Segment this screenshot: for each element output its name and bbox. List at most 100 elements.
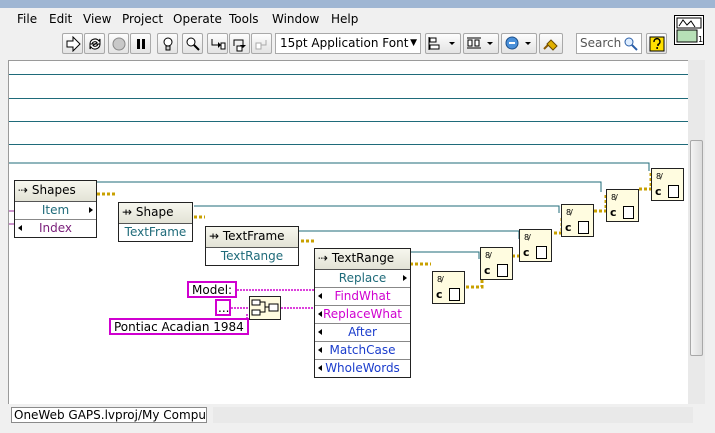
shapes-prop-item[interactable]: Item bbox=[15, 202, 96, 220]
menu-view[interactable]: View bbox=[83, 12, 111, 26]
retain-wire-values-button[interactable] bbox=[182, 33, 203, 54]
menu-help[interactable]: Help bbox=[331, 12, 358, 26]
distribute-objects-button[interactable] bbox=[463, 33, 499, 54]
close-c-label: c bbox=[484, 264, 491, 277]
input-arrow-icon bbox=[318, 365, 322, 371]
shapes-property-node[interactable]: ⇢ Shapes Item Index bbox=[14, 180, 97, 238]
window-title-strip bbox=[0, 0, 715, 8]
concatenate-strings-function[interactable] bbox=[249, 296, 281, 320]
close-fs-label: 8/ bbox=[524, 233, 531, 242]
clean-up-diagram-button[interactable] bbox=[539, 33, 563, 54]
broom-icon bbox=[543, 39, 558, 51]
block-diagram[interactable]: ⇢ Shapes Item Index ⇸ Shape TextFrame ⇸ … bbox=[8, 60, 689, 405]
menu-bar: File Edit View Project Operate Tools Win… bbox=[0, 8, 715, 30]
align-objects-button[interactable] bbox=[425, 33, 461, 54]
close-c-label: c bbox=[523, 246, 530, 259]
probe-icon bbox=[186, 37, 200, 51]
vertical-scrollbar-thumb[interactable] bbox=[690, 140, 703, 356]
pause-icon bbox=[137, 39, 145, 49]
menu-project[interactable]: Project bbox=[122, 12, 163, 26]
toolbar: 15pt Application Font ▼ Search bbox=[0, 30, 715, 60]
textrange-method-replace[interactable]: Replace bbox=[315, 270, 410, 288]
string-constant-model[interactable]: Model: bbox=[187, 281, 238, 298]
document-icon bbox=[497, 264, 508, 277]
help-icon bbox=[649, 36, 665, 52]
reorder-icon bbox=[505, 36, 531, 50]
highlight-execution-button[interactable] bbox=[157, 33, 178, 54]
shapes-prop-index[interactable]: Index bbox=[15, 220, 96, 237]
menu-edit[interactable]: Edit bbox=[49, 12, 72, 26]
step-out-icon bbox=[255, 40, 267, 50]
textrange-param-wholewords[interactable]: WholeWords bbox=[315, 360, 410, 377]
textrange-invoke-node[interactable]: ⇢ TextRange Replace FindWhat ReplaceWhat… bbox=[314, 248, 411, 378]
status-bar: OneWeb GAPS.lvproj/My Computer bbox=[8, 404, 705, 424]
close-c-label: c bbox=[655, 185, 662, 198]
close-reference-function[interactable]: 8/ c bbox=[561, 204, 594, 237]
vi-icon[interactable]: 1 bbox=[674, 15, 704, 45]
close-reference-function[interactable]: 8/ c bbox=[432, 271, 465, 304]
shape-property-node[interactable]: ⇸ Shape TextFrame bbox=[118, 202, 193, 242]
close-fs-label: 8/ bbox=[566, 208, 573, 217]
search-input[interactable]: Search bbox=[576, 33, 642, 54]
project-context[interactable]: OneWeb GAPS.lvproj/My Computer bbox=[11, 407, 207, 423]
close-c-label: c bbox=[565, 221, 572, 234]
string-constant-value[interactable]: Pontiac Acadian 1984 bbox=[109, 318, 249, 335]
document-icon bbox=[449, 288, 460, 301]
lightbulb-icon bbox=[163, 37, 173, 51]
shape-node-header: ⇸ Shape bbox=[119, 203, 192, 224]
step-over-button[interactable] bbox=[229, 33, 250, 54]
distribute-objects-icon bbox=[467, 37, 493, 49]
property-node-icon: ⇸ bbox=[209, 229, 220, 243]
textrange-param-replacewhat[interactable]: ReplaceWhat bbox=[315, 306, 410, 324]
close-fs-label: 8/ bbox=[437, 275, 444, 284]
step-into-button[interactable] bbox=[207, 33, 228, 54]
close-reference-function[interactable]: 8/ c bbox=[519, 229, 552, 262]
textframe-prop-textrange[interactable]: TextRange bbox=[206, 248, 298, 265]
run-continuously-button[interactable] bbox=[84, 33, 105, 54]
textframe-node-title: TextFrame bbox=[222, 229, 285, 243]
pause-button[interactable] bbox=[130, 33, 151, 54]
menu-tools[interactable]: Tools bbox=[229, 12, 259, 26]
textrange-param-matchcase[interactable]: MatchCase bbox=[315, 342, 410, 360]
shape-prop-textframe[interactable]: TextFrame bbox=[119, 224, 192, 241]
input-arrow-icon bbox=[318, 329, 322, 335]
context-help-button[interactable] bbox=[646, 33, 667, 54]
reorder-button[interactable] bbox=[501, 33, 537, 54]
search-icon bbox=[624, 37, 638, 51]
vi-connector-icon: 1 bbox=[676, 17, 703, 44]
close-reference-function[interactable]: 8/ c bbox=[480, 247, 513, 280]
close-reference-function[interactable]: 8/ c bbox=[606, 189, 639, 222]
textrange-param-after[interactable]: After bbox=[315, 324, 410, 342]
menu-file[interactable]: File bbox=[17, 12, 37, 26]
step-out-button[interactable] bbox=[251, 33, 272, 54]
string-constant-ellipsis-text: ... bbox=[218, 301, 230, 315]
close-fs-label: 8/ bbox=[611, 193, 618, 202]
textrange-node-title: TextRange bbox=[331, 251, 395, 265]
textrange-param-findwhat[interactable]: FindWhat bbox=[315, 288, 410, 306]
close-fs-label: 8/ bbox=[485, 251, 492, 260]
menu-window[interactable]: Window bbox=[272, 12, 319, 26]
horizontal-scrollbar[interactable] bbox=[213, 407, 693, 423]
close-reference-function[interactable]: 8/ c bbox=[651, 168, 684, 201]
string-constant-value-text: Pontiac Acadian 1984 bbox=[114, 320, 244, 334]
textrange-param-wholewords-label: WholeWords bbox=[325, 361, 400, 375]
shapes-node-title: Shapes bbox=[31, 183, 76, 197]
string-constant-ellipsis[interactable]: ... bbox=[215, 299, 231, 316]
project-context-text: OneWeb GAPS.lvproj/My Computer bbox=[14, 408, 207, 422]
output-arrow-icon bbox=[89, 207, 93, 213]
document-icon bbox=[578, 221, 589, 234]
run-button[interactable] bbox=[62, 33, 83, 54]
menu-operate[interactable]: Operate bbox=[173, 12, 222, 26]
textframe-property-node[interactable]: ⇸ TextFrame TextRange bbox=[205, 226, 299, 266]
search-placeholder: Search bbox=[580, 36, 622, 50]
concatenate-icon bbox=[251, 299, 279, 316]
close-fs-label: 8/ bbox=[656, 172, 663, 181]
textrange-method-replace-label: Replace bbox=[338, 271, 387, 285]
shape-prop-textframe-label: TextFrame bbox=[124, 225, 187, 239]
abort-button[interactable] bbox=[108, 33, 129, 54]
textrange-param-findwhat-label: FindWhat bbox=[334, 289, 391, 303]
run-arrow-icon bbox=[66, 36, 81, 52]
font-dropdown[interactable]: 15pt Application Font ▼ bbox=[275, 33, 421, 54]
shapes-node-header: ⇢ Shapes bbox=[15, 181, 96, 202]
string-constant-model-text: Model: bbox=[192, 283, 233, 297]
